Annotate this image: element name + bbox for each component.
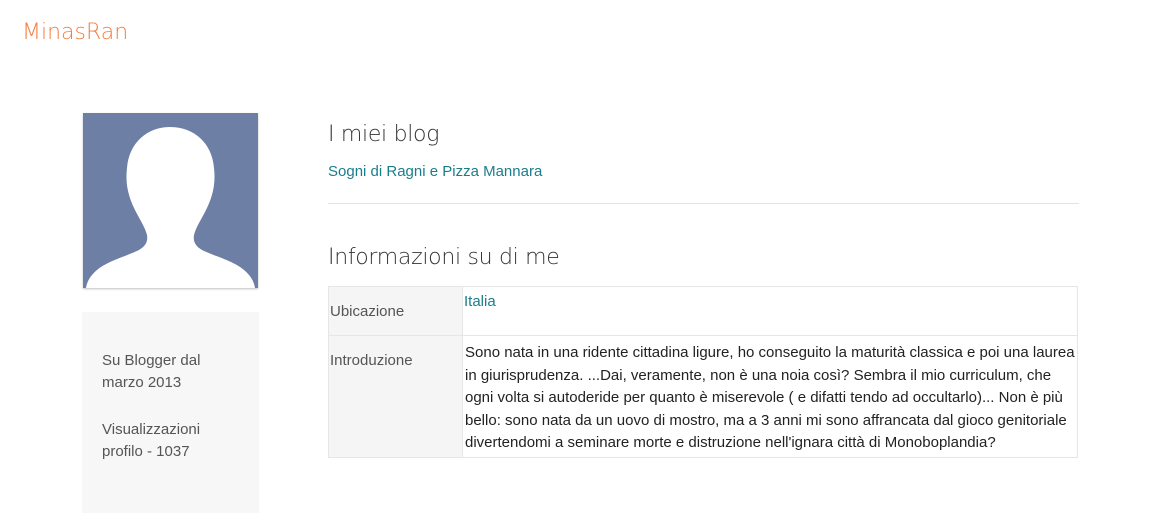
location-label-cell: Ubicazione	[328, 286, 463, 336]
section-divider	[328, 203, 1079, 204]
profile-avatar	[83, 113, 258, 288]
location-label: Ubicazione	[330, 303, 405, 320]
profile-stats-panel: Su Blogger dal marzo 2013 Visualizzazion…	[82, 312, 259, 513]
member-since-text: Su Blogger dal marzo 2013	[102, 352, 201, 391]
intro-label: Introduzione	[330, 352, 413, 369]
intro-label-cell: Introduzione	[328, 335, 463, 458]
blog-link[interactable]: Sogni di Ragni e Pizza Mannara	[328, 163, 542, 180]
site-brand-link[interactable]: MinasRan	[22, 20, 128, 45]
table-row: Introduzione Sono nata in una ridente ci…	[328, 335, 1078, 458]
about-me-heading: Informazioni su di me	[328, 245, 560, 270]
intro-value-cell: Sono nata in una ridente cittadina ligur…	[462, 335, 1078, 458]
location-link[interactable]: Italia	[464, 287, 1077, 310]
intro-text: Sono nata in una ridente cittadina ligur…	[465, 344, 1075, 451]
location-value-cell: Italia	[462, 286, 1078, 336]
my-blogs-heading: I miei blog	[328, 122, 440, 147]
profile-views-text: Visualizzazioni profilo - 1037	[102, 421, 201, 460]
default-user-silhouette-icon	[86, 127, 255, 288]
table-row: Ubicazione Italia	[328, 286, 1078, 336]
about-table: Ubicazione Italia Introduzione Sono nata…	[328, 286, 1078, 458]
